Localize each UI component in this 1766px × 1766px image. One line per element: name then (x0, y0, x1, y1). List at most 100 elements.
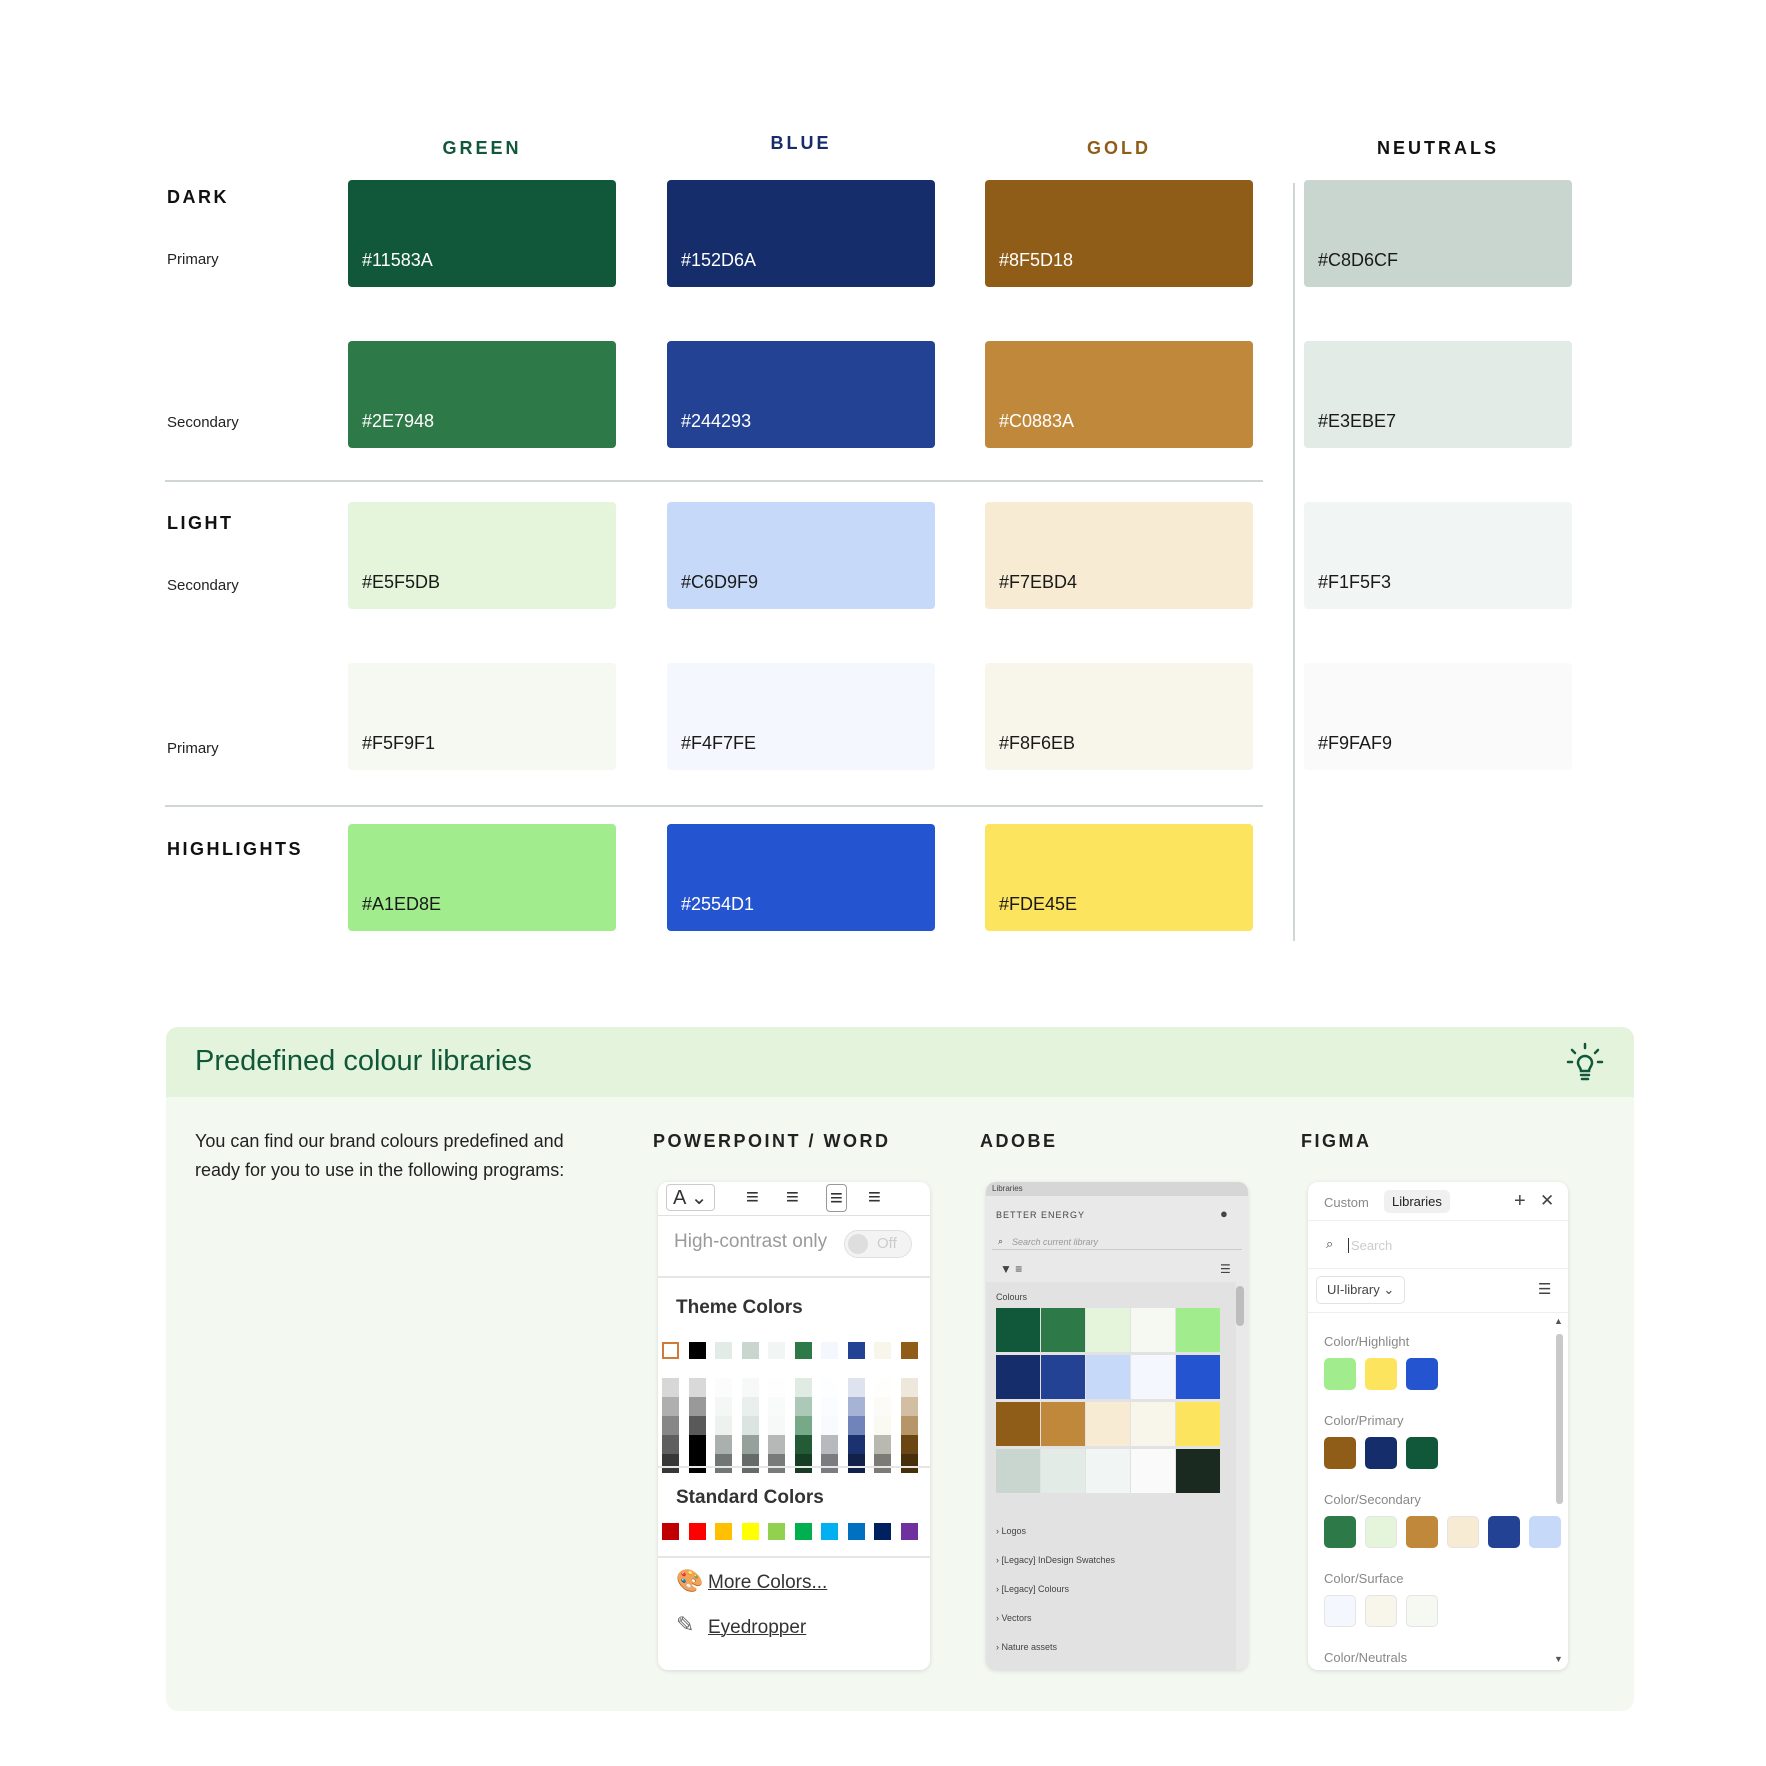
theme-color-swatch[interactable] (662, 1342, 679, 1359)
theme-shade-swatch[interactable] (688, 1397, 706, 1416)
adobe-colour-swatch[interactable] (1131, 1355, 1175, 1399)
theme-shade-swatch[interactable] (662, 1397, 679, 1416)
adobe-colour-swatch[interactable] (1176, 1355, 1220, 1399)
adobe-group-colours[interactable]: Colours (996, 1292, 1027, 1302)
theme-shade-swatch[interactable] (741, 1378, 759, 1397)
adobe-libraries-tab[interactable]: Libraries (992, 1184, 1023, 1193)
theme-shade-swatch[interactable] (715, 1378, 732, 1397)
theme-shade-swatch[interactable] (715, 1397, 732, 1416)
figma-color-style-swatch[interactable] (1324, 1516, 1356, 1548)
theme-shade-swatch[interactable] (688, 1416, 706, 1435)
theme-shade-swatch[interactable] (821, 1435, 838, 1454)
align-right-icon[interactable]: ≡ (826, 1184, 847, 1212)
figma-color-style-swatch[interactable] (1365, 1358, 1397, 1390)
adobe-colour-swatch[interactable] (1176, 1308, 1220, 1352)
theme-shade-swatch[interactable] (900, 1416, 918, 1435)
adobe-colour-swatch[interactable] (1041, 1355, 1085, 1399)
figma-color-style-swatch[interactable] (1365, 1437, 1397, 1469)
theme-shade-swatch[interactable] (874, 1378, 891, 1397)
theme-shade-swatch[interactable] (847, 1397, 865, 1416)
adobe-colour-swatch[interactable] (1041, 1402, 1085, 1446)
adobe-library-name[interactable]: BETTER ENERGY (996, 1210, 1085, 1220)
adobe-scrollbar[interactable] (1236, 1286, 1244, 1326)
adobe-colour-swatch[interactable] (996, 1449, 1040, 1493)
standard-color-swatch[interactable] (741, 1523, 759, 1540)
high-contrast-toggle[interactable]: Off (844, 1230, 912, 1258)
theme-shade-swatch[interactable] (794, 1397, 812, 1416)
theme-shade-swatch[interactable] (688, 1378, 706, 1397)
theme-shade-swatch[interactable] (900, 1378, 918, 1397)
filter-icon[interactable]: ▼ ≡ (1000, 1262, 1022, 1276)
adobe-colour-swatch[interactable] (1176, 1402, 1220, 1446)
figma-color-style-swatch[interactable] (1406, 1595, 1438, 1627)
theme-shade-swatch[interactable] (874, 1397, 891, 1416)
standard-color-swatch[interactable] (688, 1523, 706, 1540)
adobe-group-item[interactable]: › [Legacy] Colours (996, 1584, 1069, 1594)
figma-color-style-swatch[interactable] (1529, 1516, 1561, 1548)
theme-color-swatch[interactable] (794, 1342, 812, 1359)
align-center-icon[interactable]: ≡ (786, 1184, 799, 1210)
more-colors-item[interactable]: More Colors... (708, 1572, 827, 1594)
figma-color-style-swatch[interactable] (1324, 1358, 1356, 1390)
theme-shade-swatch[interactable] (794, 1416, 812, 1435)
adobe-colour-swatch[interactable] (996, 1402, 1040, 1446)
theme-color-swatch[interactable] (900, 1342, 918, 1359)
theme-shade-swatch[interactable] (768, 1378, 785, 1397)
figma-color-style-swatch[interactable] (1324, 1437, 1356, 1469)
theme-shade-swatch[interactable] (847, 1454, 865, 1473)
align-left-icon[interactable]: ≡ (746, 1184, 759, 1210)
theme-shade-swatch[interactable] (662, 1416, 679, 1435)
theme-shade-swatch[interactable] (847, 1378, 865, 1397)
adobe-group-item[interactable]: › Nature assets (996, 1642, 1057, 1652)
theme-color-swatch[interactable] (688, 1342, 706, 1359)
theme-shade-swatch[interactable] (821, 1416, 838, 1435)
theme-shade-swatch[interactable] (874, 1416, 891, 1435)
theme-shade-swatch[interactable] (715, 1454, 732, 1473)
theme-shade-swatch[interactable] (741, 1416, 759, 1435)
adobe-colour-swatch[interactable] (1086, 1308, 1130, 1352)
theme-shade-swatch[interactable] (741, 1454, 759, 1473)
theme-shade-swatch[interactable] (874, 1454, 891, 1473)
justify-icon[interactable]: ≡ (868, 1184, 881, 1210)
standard-color-swatch[interactable] (900, 1523, 918, 1540)
figma-color-style-swatch[interactable] (1447, 1516, 1479, 1548)
theme-shade-swatch[interactable] (874, 1435, 891, 1454)
figma-library-select[interactable]: UI-library ⌄ (1316, 1276, 1406, 1304)
scroll-down-icon[interactable]: ▼ (1554, 1654, 1563, 1664)
theme-shade-swatch[interactable] (662, 1435, 679, 1454)
theme-color-swatch[interactable] (768, 1342, 785, 1359)
adobe-colour-swatch[interactable] (1131, 1308, 1175, 1352)
theme-shade-swatch[interactable] (768, 1454, 785, 1473)
theme-shade-swatch[interactable] (900, 1435, 918, 1454)
theme-shade-swatch[interactable] (688, 1454, 706, 1473)
list-view-icon[interactable]: ☰ (1538, 1280, 1551, 1298)
standard-color-swatch[interactable] (794, 1523, 812, 1540)
theme-shade-swatch[interactable] (900, 1454, 918, 1473)
adobe-group-item[interactable]: › Logos (996, 1526, 1026, 1536)
figma-color-style-swatch[interactable] (1365, 1516, 1397, 1548)
adobe-colour-swatch[interactable] (1131, 1402, 1175, 1446)
theme-shade-swatch[interactable] (821, 1454, 838, 1473)
standard-color-swatch[interactable] (715, 1523, 732, 1540)
adobe-colour-swatch[interactable] (996, 1355, 1040, 1399)
adobe-colour-swatch[interactable] (1086, 1355, 1130, 1399)
standard-color-swatch[interactable] (662, 1523, 679, 1540)
theme-shade-swatch[interactable] (741, 1435, 759, 1454)
font-color-button[interactable]: A ⌄ (666, 1184, 715, 1211)
eyedropper-item[interactable]: Eyedropper (708, 1617, 806, 1639)
adobe-colour-swatch[interactable] (1041, 1308, 1085, 1352)
figma-tab-libraries[interactable]: Libraries (1384, 1190, 1450, 1213)
standard-color-swatch[interactable] (821, 1523, 838, 1540)
standard-color-swatch[interactable] (847, 1523, 865, 1540)
adobe-colour-swatch[interactable] (1086, 1402, 1130, 1446)
adobe-colour-swatch[interactable] (1041, 1449, 1085, 1493)
figma-tab-custom[interactable]: Custom (1324, 1195, 1369, 1210)
theme-shade-swatch[interactable] (768, 1416, 785, 1435)
figma-color-style-swatch[interactable] (1324, 1595, 1356, 1627)
adobe-group-item[interactable]: › [Legacy] InDesign Swatches (996, 1555, 1115, 1565)
figma-scrollbar[interactable] (1556, 1334, 1563, 1504)
user-icon[interactable]: ● (1220, 1206, 1228, 1221)
theme-shade-swatch[interactable] (662, 1378, 679, 1397)
figma-color-style-swatch[interactable] (1406, 1358, 1438, 1390)
figma-color-style-swatch[interactable] (1406, 1516, 1438, 1548)
